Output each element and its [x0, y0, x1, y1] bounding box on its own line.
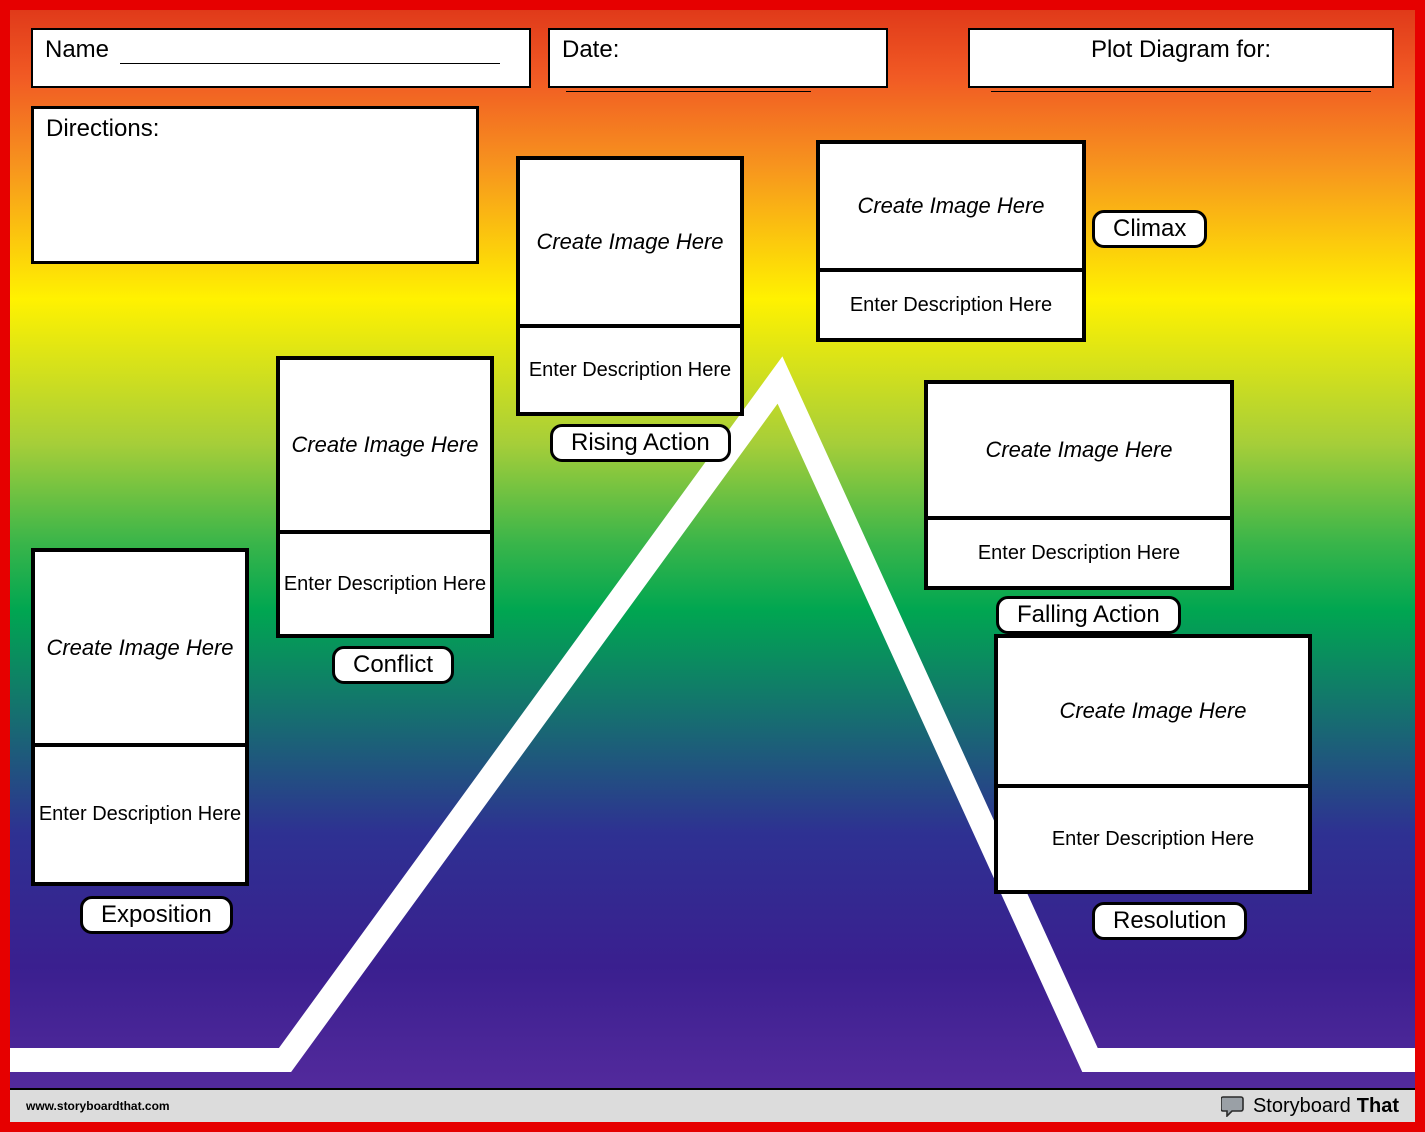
climax-card[interactable]: Create Image Here Enter Description Here: [816, 140, 1086, 342]
speech-bubble-icon: [1221, 1095, 1247, 1117]
falling-action-card[interactable]: Create Image Here Enter Description Here: [924, 380, 1234, 590]
date-underline: [566, 69, 811, 92]
exposition-card[interactable]: Create Image Here Enter Description Here: [31, 548, 249, 886]
date-field-box[interactable]: Date:: [548, 28, 888, 88]
resolution-card[interactable]: Create Image Here Enter Description Here: [994, 634, 1312, 894]
rising-action-image-slot[interactable]: Create Image Here: [520, 160, 740, 328]
brand-logo: Storyboard That: [1221, 1095, 1399, 1118]
exposition-label-pill: Exposition: [80, 896, 233, 934]
conflict-description[interactable]: Enter Description Here: [280, 534, 490, 634]
falling-action-image-slot[interactable]: Create Image Here: [928, 384, 1230, 520]
rising-action-description[interactable]: Enter Description Here: [520, 328, 740, 412]
climax-label-pill: Climax: [1092, 210, 1207, 248]
directions-box[interactable]: Directions:: [31, 106, 479, 264]
footer-bar: www.storyboardthat.com Storyboard That: [10, 1088, 1415, 1122]
falling-action-label-pill: Falling Action: [996, 596, 1181, 634]
exposition-description[interactable]: Enter Description Here: [35, 747, 245, 882]
plot-diagram-for-box[interactable]: Plot Diagram for:: [968, 28, 1394, 88]
resolution-label-pill: Resolution: [1092, 902, 1247, 940]
directions-label: Directions:: [46, 115, 159, 142]
rising-action-card[interactable]: Create Image Here Enter Description Here: [516, 156, 744, 416]
brand-text-storyboard: Storyboard: [1253, 1095, 1351, 1118]
rising-action-label-pill: Rising Action: [550, 424, 731, 462]
plot-diagram-for-label: Plot Diagram for:: [982, 36, 1380, 64]
climax-image-slot[interactable]: Create Image Here: [820, 144, 1082, 272]
conflict-label-pill: Conflict: [332, 646, 454, 684]
worksheet-stage: Name Date: Plot Diagram for: Directions:…: [0, 0, 1425, 1132]
footer-url: www.storyboardthat.com: [26, 1099, 170, 1113]
name-underline: [120, 41, 500, 64]
conflict-image-slot[interactable]: Create Image Here: [280, 360, 490, 534]
climax-description[interactable]: Enter Description Here: [820, 272, 1082, 338]
resolution-image-slot[interactable]: Create Image Here: [998, 638, 1308, 788]
exposition-image-slot[interactable]: Create Image Here: [35, 552, 245, 747]
falling-action-description[interactable]: Enter Description Here: [928, 520, 1230, 586]
conflict-card[interactable]: Create Image Here Enter Description Here: [276, 356, 494, 638]
brand-text-that: That: [1357, 1095, 1399, 1118]
title-underline: [991, 69, 1371, 92]
resolution-description[interactable]: Enter Description Here: [998, 788, 1308, 890]
name-label: Name: [45, 36, 109, 63]
name-field-box[interactable]: Name: [31, 28, 531, 88]
date-label: Date:: [562, 36, 619, 63]
